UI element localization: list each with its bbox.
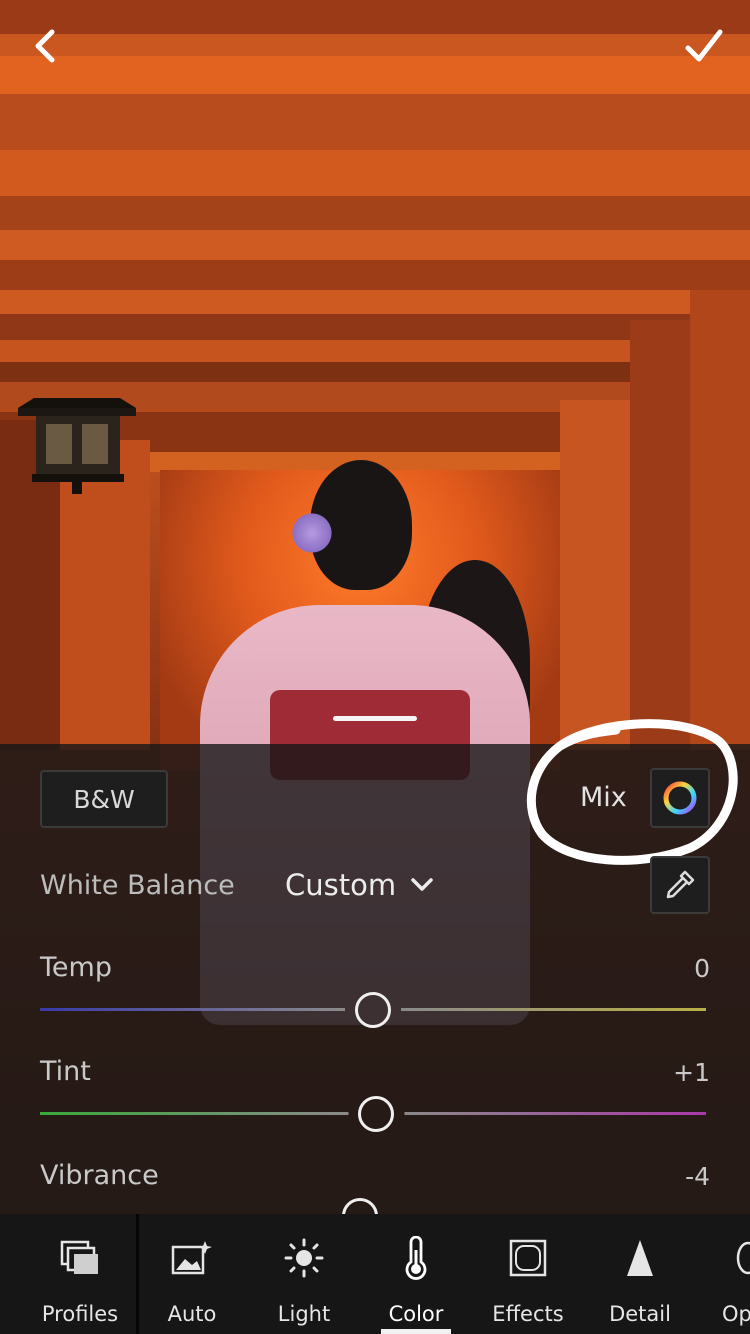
white-balance-label: White Balance: [40, 870, 235, 901]
tool-label: Detail: [609, 1302, 671, 1326]
toolbar-divider: [136, 1214, 139, 1334]
temp-label: Temp: [40, 952, 112, 983]
vibrance-label: Vibrance: [40, 1160, 159, 1191]
tool-effects[interactable]: Effects: [472, 1214, 584, 1334]
chevron-down-icon: [411, 878, 433, 891]
tool-optics[interactable]: Op: [684, 1214, 750, 1334]
detail-triangle-icon: [627, 1240, 653, 1276]
back-button[interactable]: [24, 24, 68, 68]
tool-detail[interactable]: Detail: [584, 1214, 696, 1334]
panel-drag-handle[interactable]: [333, 716, 417, 721]
tool-color[interactable]: Color: [360, 1214, 472, 1334]
thermometer-icon: [405, 1236, 427, 1280]
temp-slider-knob[interactable]: [355, 992, 391, 1028]
active-tool-indicator: [381, 1329, 451, 1334]
tool-label: Color: [388, 1302, 444, 1326]
white-balance-value: Custom: [285, 868, 397, 902]
confirm-button[interactable]: [682, 24, 726, 68]
tool-label: Effects: [492, 1302, 564, 1326]
color-mix-button[interactable]: [650, 768, 710, 828]
edit-toolbar: Profiles Auto Light Color Effects Detail…: [0, 1214, 750, 1334]
vibrance-value: -4: [685, 1162, 710, 1191]
profiles-icon: [60, 1240, 98, 1274]
mix-label[interactable]: Mix: [580, 782, 627, 813]
white-balance-dropdown[interactable]: Custom: [285, 868, 434, 902]
tool-label: Op: [722, 1302, 750, 1326]
tool-auto[interactable]: Auto: [136, 1214, 248, 1334]
tint-label: Tint: [40, 1056, 91, 1087]
temp-value: 0: [694, 954, 710, 983]
chevron-left-icon: [35, 29, 55, 63]
tint-value: +1: [673, 1058, 710, 1087]
tool-label: Profiles: [41, 1302, 119, 1326]
effects-frame-icon: [509, 1239, 547, 1277]
optics-icon: [736, 1241, 750, 1275]
bw-button[interactable]: B&W: [40, 770, 168, 828]
color-wheel-icon: [663, 781, 697, 815]
auto-magic-icon: [171, 1241, 212, 1275]
eyedropper-button[interactable]: [650, 856, 710, 914]
lantern-image: [18, 398, 136, 494]
tool-profiles[interactable]: Profiles: [24, 1214, 136, 1334]
eyedropper-icon: [666, 870, 695, 899]
tool-label: Light: [277, 1302, 331, 1326]
sun-icon: [284, 1238, 324, 1278]
checkmark-icon: [685, 29, 723, 62]
tool-light[interactable]: Light: [248, 1214, 360, 1334]
tool-label: Auto: [167, 1302, 217, 1326]
